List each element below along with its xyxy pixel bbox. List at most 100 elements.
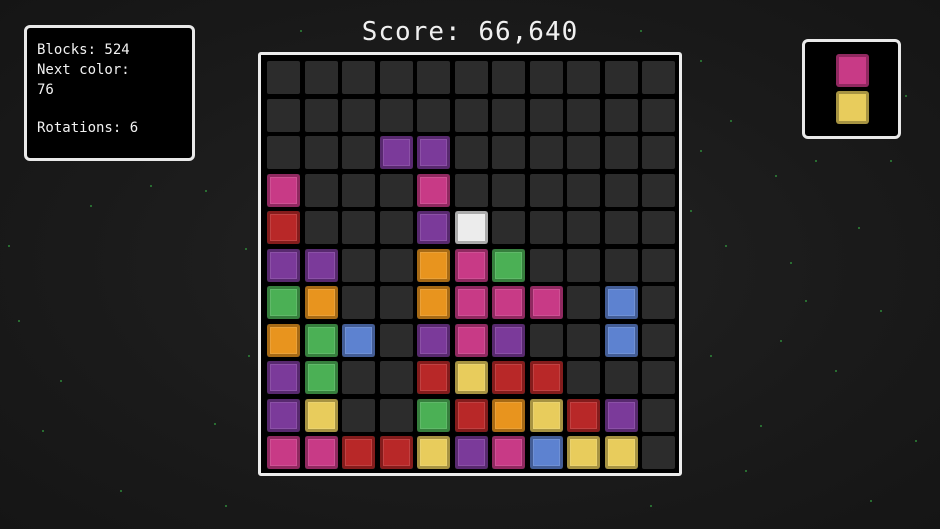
- board-cell: [305, 61, 338, 94]
- board-cell: [530, 249, 563, 282]
- block-red: [342, 436, 375, 469]
- next-piece-preview: [802, 39, 901, 139]
- board-cell: [530, 211, 563, 244]
- block-purple: [417, 211, 450, 244]
- board-cell: [642, 136, 675, 169]
- game-screen: Blocks: 524 Next color: 76 Rotations: 6 …: [0, 0, 940, 529]
- board-cell: [342, 136, 375, 169]
- board-cell: [342, 249, 375, 282]
- board-cell: [567, 136, 600, 169]
- board-cell: [567, 286, 600, 319]
- block-blue: [530, 436, 563, 469]
- board-cell: [305, 136, 338, 169]
- star: [815, 160, 817, 162]
- block-purple: [417, 324, 450, 357]
- star: [18, 320, 20, 322]
- board-cell: [342, 286, 375, 319]
- block-purple: [267, 249, 300, 282]
- board-cell: [642, 211, 675, 244]
- next-block-yellow: [836, 91, 869, 124]
- board-cell: [380, 286, 413, 319]
- board-cell: [530, 61, 563, 94]
- board-cell: [567, 61, 600, 94]
- block-orange: [305, 286, 338, 319]
- star: [725, 245, 727, 247]
- block-magenta: [267, 436, 300, 469]
- board-cell: [342, 61, 375, 94]
- block-yellow: [567, 436, 600, 469]
- star: [650, 505, 652, 507]
- star: [120, 490, 122, 492]
- block-magenta: [267, 174, 300, 207]
- board-cell: [642, 436, 675, 469]
- block-red: [267, 211, 300, 244]
- board-cell: [380, 324, 413, 357]
- star: [760, 425, 762, 427]
- block-green: [492, 249, 525, 282]
- score-display: Score: 66,640: [258, 14, 682, 50]
- star: [870, 500, 872, 502]
- board-cell: [305, 211, 338, 244]
- block-blue: [605, 286, 638, 319]
- board-cell: [417, 61, 450, 94]
- block-purple: [305, 249, 338, 282]
- board-cell: [455, 61, 488, 94]
- board-cell: [380, 174, 413, 207]
- board-cell: [530, 136, 563, 169]
- star: [790, 262, 792, 264]
- block-green: [417, 399, 450, 432]
- score-label: Score:: [361, 17, 462, 47]
- board-cell: [492, 99, 525, 132]
- star: [60, 380, 62, 382]
- board-cell: [567, 211, 600, 244]
- board-cell: [642, 361, 675, 394]
- board-cell: [305, 174, 338, 207]
- board-cell: [267, 61, 300, 94]
- board-cell: [417, 99, 450, 132]
- star: [835, 370, 837, 372]
- block-magenta: [305, 436, 338, 469]
- star: [214, 423, 216, 425]
- star: [775, 175, 777, 177]
- board-cell: [567, 99, 600, 132]
- board-cell: [642, 324, 675, 357]
- block-magenta: [417, 174, 450, 207]
- blocks-count: Blocks: 524: [37, 42, 130, 58]
- board-cell: [380, 61, 413, 94]
- board-cell: [380, 361, 413, 394]
- board-cell: [642, 61, 675, 94]
- block-magenta: [455, 286, 488, 319]
- board-cell: [567, 324, 600, 357]
- board-cell: [605, 211, 638, 244]
- star: [8, 245, 10, 247]
- board-cell: [342, 174, 375, 207]
- block-purple: [605, 399, 638, 432]
- board-cell: [342, 361, 375, 394]
- board-cell: [642, 174, 675, 207]
- score-value: 66,640: [478, 17, 579, 47]
- board-cell: [342, 211, 375, 244]
- block-yellow: [605, 436, 638, 469]
- game-board[interactable]: [258, 52, 682, 476]
- star: [805, 300, 807, 302]
- block-yellow: [455, 361, 488, 394]
- board-cell: [267, 136, 300, 169]
- block-yellow: [305, 399, 338, 432]
- board-cell: [605, 174, 638, 207]
- block-white: [455, 211, 488, 244]
- stats-panel: Blocks: 524 Next color: 76 Rotations: 6: [24, 25, 195, 161]
- board-grid: [267, 61, 675, 469]
- board-cell: [380, 99, 413, 132]
- block-blue: [342, 324, 375, 357]
- star: [90, 205, 92, 207]
- star: [858, 227, 860, 229]
- block-purple: [455, 436, 488, 469]
- block-orange: [417, 249, 450, 282]
- board-cell: [605, 136, 638, 169]
- board-cell: [642, 286, 675, 319]
- board-cell: [530, 174, 563, 207]
- block-blue: [605, 324, 638, 357]
- star: [690, 210, 692, 212]
- star: [890, 160, 892, 162]
- block-purple: [417, 136, 450, 169]
